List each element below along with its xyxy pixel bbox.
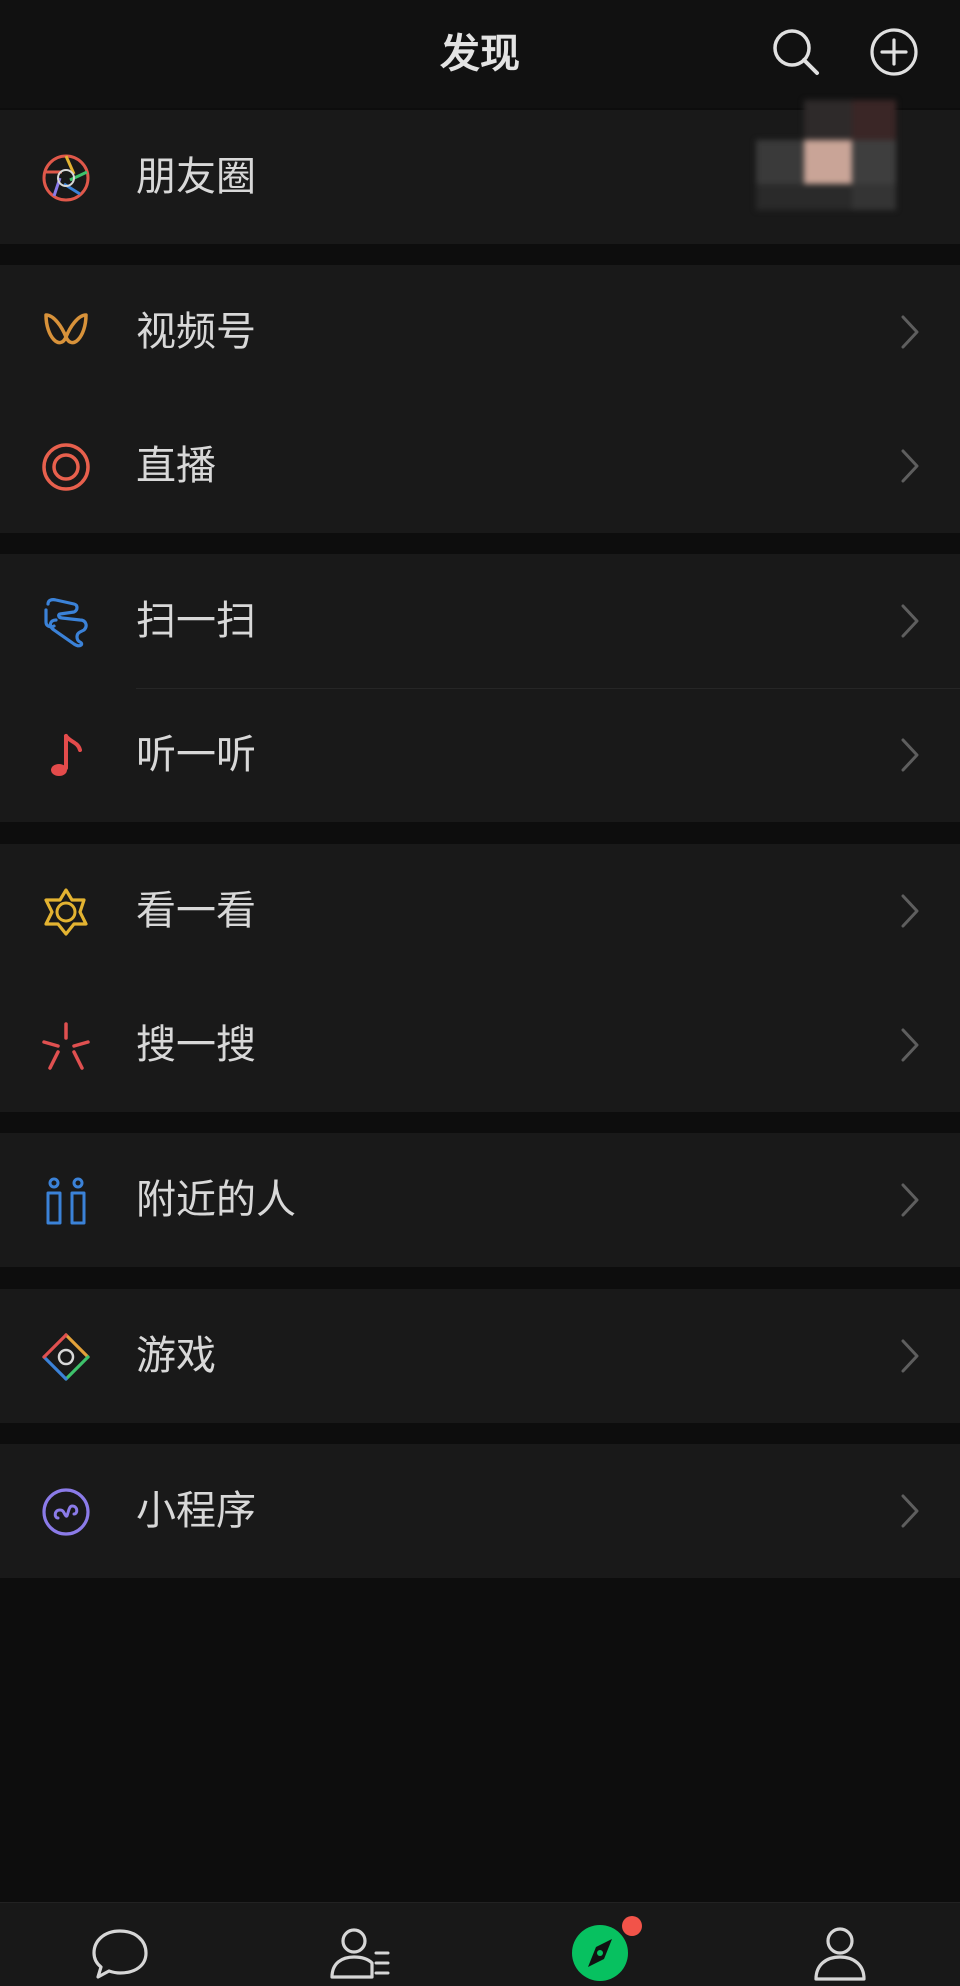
music-note-icon <box>40 730 92 782</box>
chevron-right-icon <box>900 1493 920 1529</box>
tab-chats[interactable] <box>0 1903 240 1986</box>
contacts-icon <box>330 1928 390 1979</box>
me-person-icon <box>814 1927 866 1981</box>
moments-aperture-icon <box>40 152 92 204</box>
cell-top-stories[interactable]: 看一看 <box>0 844 960 978</box>
cell-games[interactable]: 游戏 <box>0 1289 960 1423</box>
group-games: 游戏 <box>0 1289 960 1423</box>
top-stories-icon <box>40 886 92 938</box>
group-scan: 扫一扫 听一听 <box>0 554 960 822</box>
bottom-tab-bar <box>0 1902 960 1986</box>
cell-listen[interactable]: 听一听 <box>0 688 960 822</box>
channels-butterfly-icon <box>40 307 92 359</box>
cell-label-scan: 扫一扫 <box>136 598 256 644</box>
search-spark-icon <box>40 1020 92 1072</box>
chevron-right-icon <box>900 1027 920 1063</box>
people-nearby-icon <box>40 1175 92 1227</box>
group-people-nearby: 附近的人 <box>0 1133 960 1267</box>
games-diamond-icon <box>40 1331 92 1383</box>
cell-channels[interactable]: 视频号 <box>0 265 960 399</box>
chevron-right-icon <box>900 314 920 350</box>
moments-preview-avatar <box>756 100 896 216</box>
chevron-right-icon <box>900 603 920 639</box>
cell-label-search: 搜一搜 <box>136 1022 256 1068</box>
cell-label-listen: 听一听 <box>136 732 256 778</box>
search-icon[interactable] <box>770 26 822 78</box>
cell-label-moments: 朋友圈 <box>136 154 256 200</box>
cell-label-games: 游戏 <box>136 1333 216 1379</box>
tab-me[interactable] <box>720 1903 960 1986</box>
cell-live[interactable]: 直播 <box>0 399 960 533</box>
chevron-right-icon <box>900 1182 920 1218</box>
group-mini-programs: 小程序 <box>0 1444 960 1578</box>
group-channels: 视频号 直播 <box>0 265 960 533</box>
cell-people-nearby[interactable]: 附近的人 <box>0 1133 960 1267</box>
chat-bubble-icon <box>92 1929 148 1979</box>
chevron-right-icon <box>900 737 920 773</box>
tab-contacts[interactable] <box>240 1903 480 1986</box>
plus-circle-icon[interactable] <box>868 26 920 78</box>
discover-compass-icon <box>572 1925 628 1981</box>
scan-icon <box>40 596 92 648</box>
discover-badge-dot <box>622 1916 642 1936</box>
cell-label-people-nearby: 附近的人 <box>136 1177 296 1223</box>
group-top-stories: 看一看 搜一搜 <box>0 844 960 1112</box>
top-bar: 发现 <box>0 0 960 108</box>
cell-label-live: 直播 <box>136 443 216 489</box>
live-circle-icon <box>40 441 92 493</box>
cell-label-mini-programs: 小程序 <box>136 1488 256 1534</box>
chevron-right-icon <box>900 1338 920 1374</box>
chevron-right-icon <box>900 448 920 484</box>
mini-program-icon <box>40 1486 92 1538</box>
tab-discover[interactable] <box>480 1903 720 1986</box>
cell-label-top-stories: 看一看 <box>136 888 256 934</box>
cell-scan[interactable]: 扫一扫 <box>0 554 960 688</box>
chevron-right-icon <box>900 893 920 929</box>
cell-label-channels: 视频号 <box>136 309 256 355</box>
cell-mini-programs[interactable]: 小程序 <box>0 1444 960 1578</box>
cell-search[interactable]: 搜一搜 <box>0 978 960 1112</box>
